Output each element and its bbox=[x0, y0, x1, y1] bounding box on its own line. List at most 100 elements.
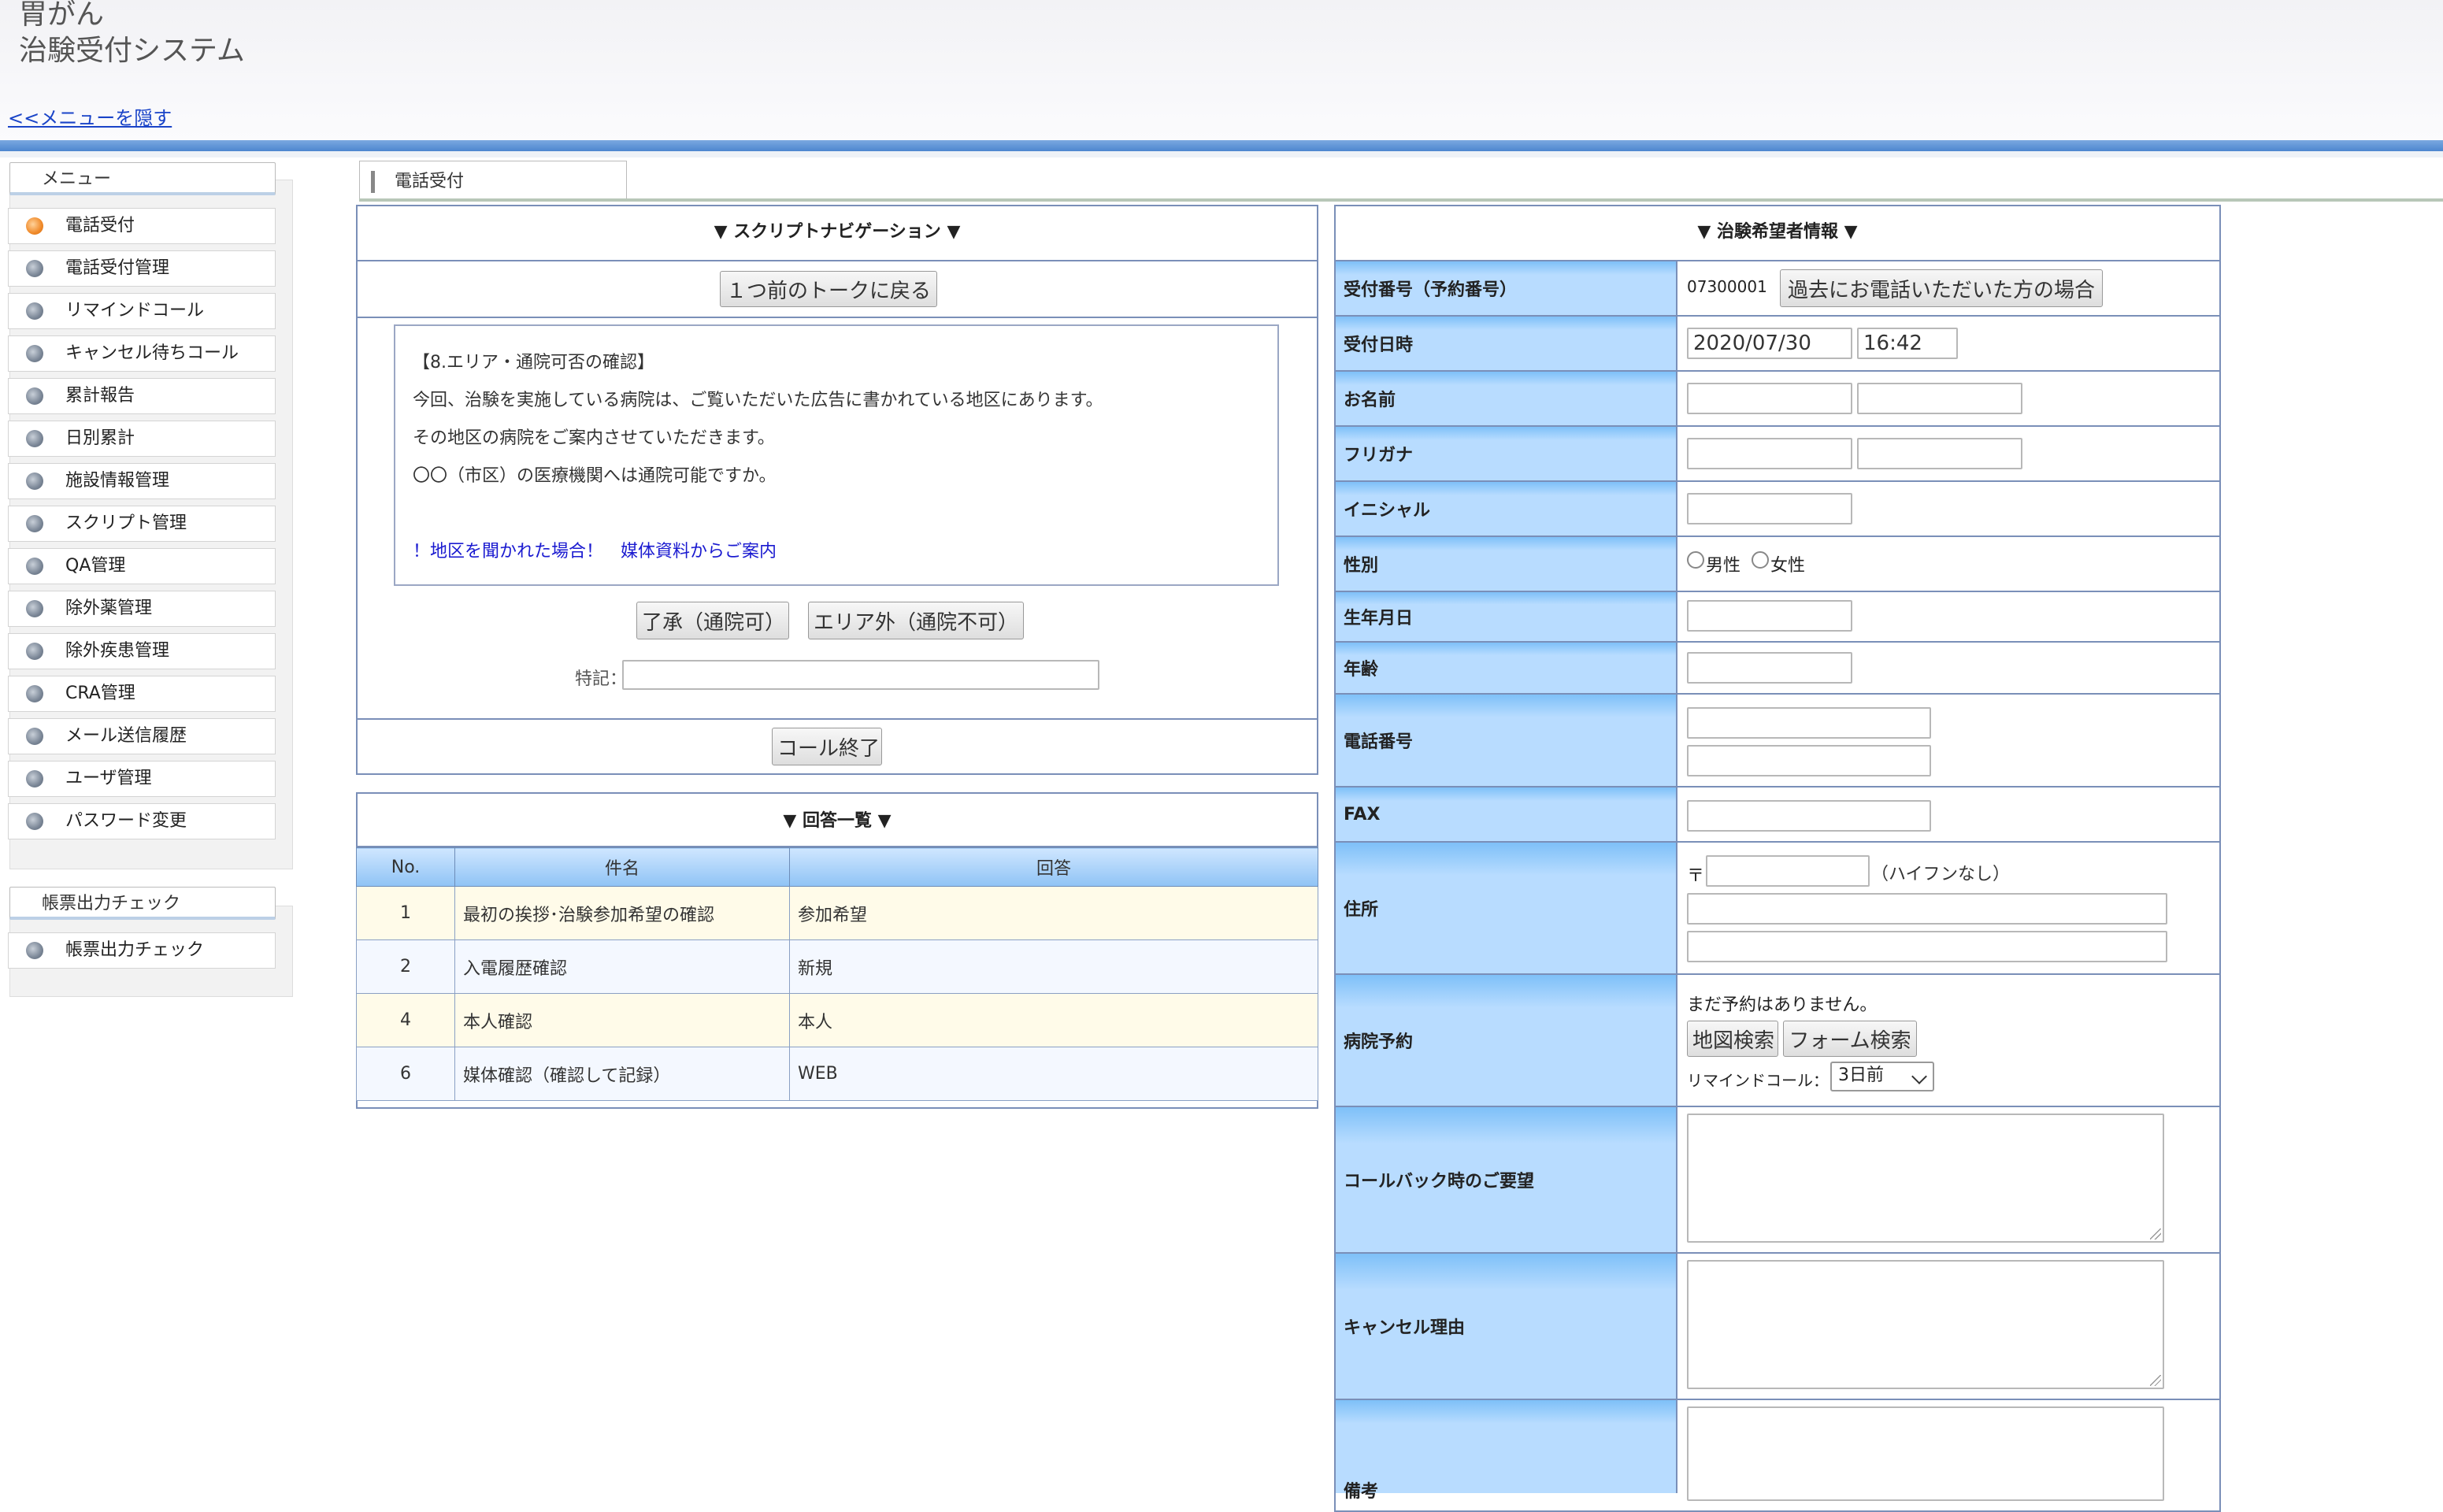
resize-grip-icon[interactable] bbox=[2150, 1228, 2161, 1240]
map-search-button[interactable]: 地図検索 bbox=[1687, 1021, 1778, 1057]
sidebar-item-script-admin[interactable]: スクリプト管理 bbox=[8, 506, 276, 542]
resize-grip-icon[interactable] bbox=[2150, 1375, 2161, 1386]
fax-input[interactable] bbox=[1687, 800, 1931, 832]
sidebar-item-report-check[interactable]: 帳票出力チェック bbox=[8, 932, 276, 969]
sidebar-item-cra-admin[interactable]: CRA管理 bbox=[8, 676, 276, 712]
tab-phone-reception[interactable]: 電話受付 bbox=[359, 161, 627, 198]
age-input[interactable] bbox=[1687, 652, 1852, 684]
cell-no: 6 bbox=[356, 1047, 455, 1101]
back-to-previous-talk-button[interactable]: １つ前のトークに戻る bbox=[720, 271, 937, 307]
divider bbox=[1336, 973, 2219, 975]
end-call-button[interactable]: コール終了 bbox=[772, 728, 882, 765]
column-header-subject: 件名 bbox=[454, 847, 790, 887]
sidebar-item-label: 日別累計 bbox=[65, 428, 135, 448]
address-input-2[interactable] bbox=[1687, 931, 2167, 962]
bullet-icon bbox=[26, 813, 43, 830]
media-guide-link[interactable]: ！地区を聞かれた場合！ 媒体資料からご案内 bbox=[413, 537, 777, 562]
divider bbox=[356, 260, 1318, 261]
label-furigana: フリガナ bbox=[1336, 427, 1677, 480]
remarks-label: 特記： bbox=[575, 669, 628, 689]
remind-call-select[interactable]: 3日前 bbox=[1830, 1062, 1934, 1091]
phone-input-1[interactable] bbox=[1687, 707, 1931, 739]
column-header-no: No. bbox=[356, 847, 455, 887]
hide-menu-link[interactable]: <<メニューを隠す bbox=[8, 102, 172, 130]
table-header-row: No. 件名 回答 bbox=[356, 847, 1318, 887]
sidebar-item-facility-info[interactable]: 施設情報管理 bbox=[8, 463, 276, 499]
cell-answer: 参加希望 bbox=[789, 886, 1318, 940]
divider bbox=[1336, 591, 2219, 592]
accept-button[interactable]: 了承（通院可） bbox=[636, 602, 789, 639]
form-search-button[interactable]: フォーム検索 bbox=[1783, 1021, 1917, 1057]
sidebar-item-user-admin[interactable]: ユーザ管理 bbox=[8, 761, 276, 797]
label-age: 年齢 bbox=[1336, 643, 1677, 693]
sidebar-item-mail-history[interactable]: メール送信履歴 bbox=[8, 718, 276, 754]
callback-request-textarea[interactable] bbox=[1687, 1114, 2164, 1243]
answers-title: ▼ 回答一覧 ▼ bbox=[783, 811, 892, 831]
divider bbox=[1336, 1252, 2219, 1254]
sidebar-item-phone-reception-admin[interactable]: 電話受付管理 bbox=[8, 250, 276, 287]
label-reception-no: 受付番号（予約番号） bbox=[1336, 261, 1677, 315]
sidebar-item-label: 累計報告 bbox=[65, 386, 135, 406]
cancel-reason-textarea[interactable] bbox=[1687, 1260, 2164, 1389]
sidebar-item-cumulative-report[interactable]: 累計報告 bbox=[8, 378, 276, 414]
gender-male-radio[interactable] bbox=[1687, 551, 1704, 569]
past-caller-button[interactable]: 過去にお電話いただいた方の場合 bbox=[1780, 269, 2103, 307]
cell-no: 2 bbox=[356, 939, 455, 994]
label-name: お名前 bbox=[1336, 372, 1677, 425]
first-name-input[interactable] bbox=[1857, 383, 2022, 414]
divider bbox=[1336, 1106, 2219, 1107]
out-of-area-button[interactable]: エリア外（通院不可） bbox=[808, 602, 1024, 639]
bullet-icon bbox=[26, 260, 43, 277]
divider bbox=[1336, 841, 2219, 843]
remarks-input[interactable] bbox=[622, 660, 1099, 690]
divider bbox=[1336, 1399, 2219, 1400]
sidebar-item-label: QA管理 bbox=[65, 556, 126, 576]
table-row: 6 媒体確認（確認して記録） WEB bbox=[356, 1047, 1318, 1101]
postal-mark: 〒 bbox=[1687, 866, 1705, 886]
reception-time-input[interactable] bbox=[1857, 328, 1958, 359]
divider bbox=[356, 718, 1318, 720]
bullet-icon bbox=[26, 942, 43, 959]
sidebar-item-phone-reception[interactable]: 電話受付 bbox=[8, 208, 276, 244]
phone-input-2[interactable] bbox=[1687, 745, 1931, 776]
initial-input[interactable] bbox=[1687, 493, 1852, 524]
script-heading: 【8.エリア・通院可否の確認】 bbox=[413, 353, 654, 372]
sidebar-item-remind-call[interactable]: リマインドコール bbox=[8, 293, 276, 329]
sidebar-item-cancel-wait-call[interactable]: キャンセル待ちコール bbox=[8, 335, 276, 372]
address-input-1[interactable] bbox=[1687, 893, 2167, 925]
script-text-box: 【8.エリア・通院可否の確認】 今回、治験を実施している病院は、ご覧いただいた広… bbox=[394, 324, 1279, 586]
sidebar-item-excluded-diseases[interactable]: 除外疾患管理 bbox=[8, 633, 276, 669]
sidebar-item-label: 施設情報管理 bbox=[65, 471, 170, 491]
cell-answer: 本人 bbox=[789, 993, 1318, 1047]
bullet-icon bbox=[26, 472, 43, 490]
sidebar-item-label: 電話受付 bbox=[65, 216, 135, 235]
label-initial: イニシャル bbox=[1336, 482, 1677, 536]
sidebar-item-password-change[interactable]: パスワード変更 bbox=[8, 803, 276, 839]
sidebar-item-daily-cumulative[interactable]: 日別累計 bbox=[8, 421, 276, 457]
cell-subject: 入電履歴確認 bbox=[454, 939, 790, 994]
postal-code-input[interactable] bbox=[1706, 855, 1870, 887]
birthdate-input[interactable] bbox=[1687, 600, 1852, 632]
sidebar-item-qa-admin[interactable]: QA管理 bbox=[8, 548, 276, 584]
last-name-kana-input[interactable] bbox=[1687, 438, 1852, 469]
first-name-kana-input[interactable] bbox=[1857, 438, 2022, 469]
chevron-down-icon bbox=[1911, 1069, 1927, 1084]
gender-male-label: 男性 bbox=[1706, 556, 1741, 576]
bullet-icon bbox=[26, 430, 43, 447]
gender-female-radio[interactable] bbox=[1752, 551, 1769, 569]
header-divider bbox=[0, 140, 2443, 151]
divider bbox=[1336, 480, 2219, 482]
label-callback: コールバック時のご要望 bbox=[1336, 1107, 1677, 1252]
label-notes-text: 備考 bbox=[1344, 1482, 1379, 1502]
sidebar-item-excluded-drugs[interactable]: 除外薬管理 bbox=[8, 591, 276, 627]
reception-date-input[interactable] bbox=[1687, 328, 1852, 359]
divider bbox=[1336, 786, 2219, 788]
last-name-input[interactable] bbox=[1687, 383, 1852, 414]
bullet-icon bbox=[26, 770, 43, 788]
notes-textarea[interactable] bbox=[1687, 1406, 2164, 1501]
label-hospital: 病院予約 bbox=[1336, 975, 1677, 1106]
label-address: 住所 bbox=[1336, 843, 1677, 973]
table-row: 2 入電履歴確認 新規 bbox=[356, 939, 1318, 994]
column-header-answer: 回答 bbox=[789, 847, 1318, 887]
label-birthdate: 生年月日 bbox=[1336, 592, 1677, 641]
